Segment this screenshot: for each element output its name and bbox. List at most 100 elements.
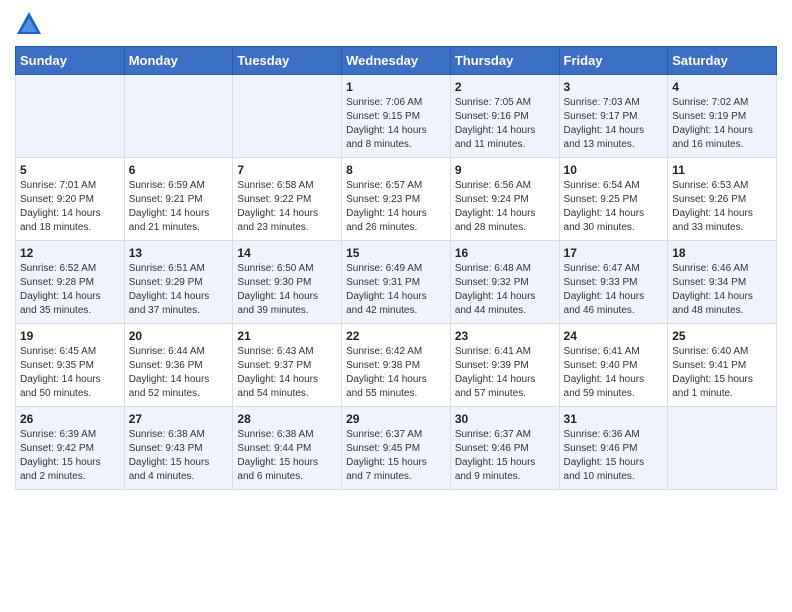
day-number: 11 [672, 163, 772, 177]
calendar-cell: 30 Sunrise: 6:37 AM Sunset: 9:46 PM Dayli… [450, 407, 559, 490]
day-number: 20 [129, 329, 229, 343]
day-number: 8 [346, 163, 446, 177]
day-number: 15 [346, 246, 446, 260]
calendar-week-row: 19 Sunrise: 6:45 AM Sunset: 9:35 PM Dayli… [16, 324, 777, 407]
cell-content: Sunrise: 6:57 AM Sunset: 9:23 PM Dayligh… [346, 179, 446, 235]
calendar-cell [233, 75, 342, 158]
calendar-cell: 2Sunrise: 7:05 AM Sunset: 9:16 PM Daylig… [450, 75, 559, 158]
calendar-cell: 21 Sunrise: 6:43 AM Sunset: 9:37 PM Dayli… [233, 324, 342, 407]
day-number: 28 [237, 412, 337, 426]
cell-content: Sunrise: 7:06 AM Sunset: 9:15 PM Dayligh… [346, 96, 446, 152]
calendar-cell: 31Sunrise: 6:36 AM Sunset: 9:46 PM Dayli… [559, 407, 668, 490]
header-wednesday: Wednesday [342, 47, 451, 75]
cell-content: Sunrise: 6:53 AM Sunset: 9:26 PM Dayligh… [672, 179, 772, 235]
calendar-week-row: 5 Sunrise: 7:01 AM Sunset: 9:20 PM Daylig… [16, 158, 777, 241]
cell-content: Sunrise: 7:01 AM Sunset: 9:20 PM Dayligh… [20, 179, 120, 235]
day-number: 17 [564, 246, 664, 260]
calendar-cell: 12Sunrise: 6:52 AM Sunset: 9:28 PM Dayli… [16, 241, 125, 324]
calendar-cell: 24 Sunrise: 6:41 AM Sunset: 9:40 PM Dayli… [559, 324, 668, 407]
cell-content: Sunrise: 6:48 AM Sunset: 9:32 PM Dayligh… [455, 262, 555, 318]
day-number: 18 [672, 246, 772, 260]
cell-content: Sunrise: 6:52 AM Sunset: 9:28 PM Dayligh… [20, 262, 120, 318]
calendar-cell: 22 Sunrise: 6:42 AM Sunset: 9:38 PM Dayli… [342, 324, 451, 407]
cell-content: Sunrise: 6:41 AM Sunset: 9:39 PM Dayligh… [455, 345, 555, 401]
day-number: 30 [455, 412, 555, 426]
calendar-cell: 27 Sunrise: 6:38 AM Sunset: 9:43 PM Dayli… [124, 407, 233, 490]
calendar-cell [124, 75, 233, 158]
calendar-cell: 14 Sunrise: 6:50 AM Sunset: 9:30 PM Dayli… [233, 241, 342, 324]
header-row: SundayMondayTuesdayWednesdayThursdayFrid… [16, 47, 777, 75]
day-number: 29 [346, 412, 446, 426]
calendar-cell [668, 407, 777, 490]
day-number: 7 [237, 163, 337, 177]
calendar-cell: 18 Sunrise: 6:46 AM Sunset: 9:34 PM Dayli… [668, 241, 777, 324]
cell-content: Sunrise: 6:50 AM Sunset: 9:30 PM Dayligh… [237, 262, 337, 318]
day-number: 9 [455, 163, 555, 177]
calendar-cell: 15 Sunrise: 6:49 AM Sunset: 9:31 PM Dayli… [342, 241, 451, 324]
header-thursday: Thursday [450, 47, 559, 75]
header-saturday: Saturday [668, 47, 777, 75]
cell-content: Sunrise: 6:54 AM Sunset: 9:25 PM Dayligh… [564, 179, 664, 235]
calendar-week-row: 26 Sunrise: 6:39 AM Sunset: 9:42 PM Dayli… [16, 407, 777, 490]
day-number: 16 [455, 246, 555, 260]
cell-content: Sunrise: 6:41 AM Sunset: 9:40 PM Dayligh… [564, 345, 664, 401]
calendar-cell: 4Sunrise: 7:02 AM Sunset: 9:19 PM Daylig… [668, 75, 777, 158]
cell-content: Sunrise: 6:45 AM Sunset: 9:35 PM Dayligh… [20, 345, 120, 401]
calendar-week-row: 12Sunrise: 6:52 AM Sunset: 9:28 PM Dayli… [16, 241, 777, 324]
calendar-cell: 13 Sunrise: 6:51 AM Sunset: 9:29 PM Dayli… [124, 241, 233, 324]
day-number: 26 [20, 412, 120, 426]
day-number: 24 [564, 329, 664, 343]
header-monday: Monday [124, 47, 233, 75]
calendar-cell: 8 Sunrise: 6:57 AM Sunset: 9:23 PM Daylig… [342, 158, 451, 241]
header-friday: Friday [559, 47, 668, 75]
day-number: 14 [237, 246, 337, 260]
calendar-cell: 19 Sunrise: 6:45 AM Sunset: 9:35 PM Dayli… [16, 324, 125, 407]
day-number: 2 [455, 80, 555, 94]
calendar-cell: 1 Sunrise: 7:06 AM Sunset: 9:15 PM Daylig… [342, 75, 451, 158]
cell-content: Sunrise: 6:40 AM Sunset: 9:41 PM Dayligh… [672, 345, 772, 401]
page: SundayMondayTuesdayWednesdayThursdayFrid… [0, 0, 792, 612]
day-number: 27 [129, 412, 229, 426]
calendar-cell: 20 Sunrise: 6:44 AM Sunset: 9:36 PM Dayli… [124, 324, 233, 407]
cell-content: Sunrise: 6:49 AM Sunset: 9:31 PM Dayligh… [346, 262, 446, 318]
calendar-week-row: 1 Sunrise: 7:06 AM Sunset: 9:15 PM Daylig… [16, 75, 777, 158]
day-number: 13 [129, 246, 229, 260]
cell-content: Sunrise: 6:59 AM Sunset: 9:21 PM Dayligh… [129, 179, 229, 235]
day-number: 1 [346, 80, 446, 94]
day-number: 10 [564, 163, 664, 177]
cell-content: Sunrise: 6:38 AM Sunset: 9:43 PM Dayligh… [129, 428, 229, 484]
cell-content: Sunrise: 6:44 AM Sunset: 9:36 PM Dayligh… [129, 345, 229, 401]
calendar-cell: 5 Sunrise: 7:01 AM Sunset: 9:20 PM Daylig… [16, 158, 125, 241]
day-number: 23 [455, 329, 555, 343]
calendar-cell: 3Sunrise: 7:03 AM Sunset: 9:17 PM Daylig… [559, 75, 668, 158]
logo [15, 10, 47, 38]
cell-content: Sunrise: 6:37 AM Sunset: 9:46 PM Dayligh… [455, 428, 555, 484]
cell-content: Sunrise: 6:46 AM Sunset: 9:34 PM Dayligh… [672, 262, 772, 318]
cell-content: Sunrise: 6:47 AM Sunset: 9:33 PM Dayligh… [564, 262, 664, 318]
cell-content: Sunrise: 6:51 AM Sunset: 9:29 PM Dayligh… [129, 262, 229, 318]
calendar-cell: 17 Sunrise: 6:47 AM Sunset: 9:33 PM Dayli… [559, 241, 668, 324]
day-number: 22 [346, 329, 446, 343]
cell-content: Sunrise: 6:56 AM Sunset: 9:24 PM Dayligh… [455, 179, 555, 235]
calendar-cell [16, 75, 125, 158]
cell-content: Sunrise: 6:58 AM Sunset: 9:22 PM Dayligh… [237, 179, 337, 235]
cell-content: Sunrise: 6:39 AM Sunset: 9:42 PM Dayligh… [20, 428, 120, 484]
day-number: 25 [672, 329, 772, 343]
day-number: 6 [129, 163, 229, 177]
calendar-table: SundayMondayTuesdayWednesdayThursdayFrid… [15, 46, 777, 490]
logo-icon [15, 10, 43, 38]
calendar-cell: 7 Sunrise: 6:58 AM Sunset: 9:22 PM Daylig… [233, 158, 342, 241]
cell-content: Sunrise: 6:43 AM Sunset: 9:37 PM Dayligh… [237, 345, 337, 401]
day-number: 4 [672, 80, 772, 94]
header-sunday: Sunday [16, 47, 125, 75]
day-number: 21 [237, 329, 337, 343]
day-number: 19 [20, 329, 120, 343]
calendar-cell: 11 Sunrise: 6:53 AM Sunset: 9:26 PM Dayli… [668, 158, 777, 241]
cell-content: Sunrise: 6:37 AM Sunset: 9:45 PM Dayligh… [346, 428, 446, 484]
cell-content: Sunrise: 6:36 AM Sunset: 9:46 PM Dayligh… [564, 428, 664, 484]
day-number: 3 [564, 80, 664, 94]
cell-content: Sunrise: 6:42 AM Sunset: 9:38 PM Dayligh… [346, 345, 446, 401]
calendar-cell: 9 Sunrise: 6:56 AM Sunset: 9:24 PM Daylig… [450, 158, 559, 241]
cell-content: Sunrise: 6:38 AM Sunset: 9:44 PM Dayligh… [237, 428, 337, 484]
day-number: 5 [20, 163, 120, 177]
